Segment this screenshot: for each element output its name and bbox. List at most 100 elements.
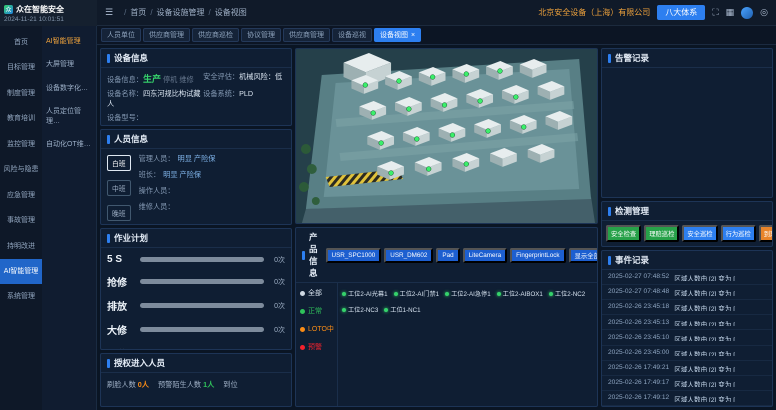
system-switch-button[interactable]: 八大体系	[657, 5, 705, 20]
open-tabs-bar: 人员单位 供应商管理 供应商巡检 协议管理 供应商管理 设备巡视	[97, 26, 776, 45]
left-column: 设备信息 设备信息：生产 停机 维修 安全评估：机械风险：低 设备名称：四东河规…	[100, 48, 292, 407]
sidebar-item[interactable]: 应急管理	[0, 183, 42, 208]
work-plan-row: 大修 0次	[107, 322, 285, 337]
sidebar-item[interactable]: 制度管理	[0, 81, 42, 106]
tab-label: 供应商管理	[289, 30, 324, 40]
tab[interactable]: 供应商管理	[283, 28, 330, 42]
right-column: 告警记录 检测管理 安全检查理赔巡检安全巡检行为巡检到期预警 事件记录 2025…	[601, 48, 773, 407]
tab[interactable]: 供应商管理	[143, 28, 190, 42]
secondary-sidebar: AI智能管理大屏管理设备数字化…人员定位管理…自动化OT维…	[42, 26, 97, 410]
device-filter-button[interactable]: FingerprintLock	[510, 248, 565, 263]
panel-title: 人员信息	[114, 133, 148, 145]
sidebar-item[interactable]: 目标管理	[0, 55, 42, 80]
tab[interactable]: 协议管理	[241, 28, 281, 42]
submenu-item[interactable]: AI智能管理	[42, 30, 96, 53]
station-item[interactable]: 工位2-AIBOX1	[497, 289, 543, 298]
shift-badge[interactable]: 晚班	[107, 205, 131, 221]
legend-label: 正常	[308, 306, 322, 316]
sidebar-item[interactable]: 持明改进	[0, 234, 42, 259]
company-name: 北京安全设备（上海）有限公司	[538, 7, 650, 18]
device-filter-button[interactable]: 显示全部	[569, 248, 598, 263]
sidebar-item[interactable]: 事故管理	[0, 208, 42, 233]
legend-dot-icon	[300, 309, 305, 314]
device-filter-button[interactable]: USR_DM602	[384, 248, 433, 263]
submenu-item[interactable]: 设备数字化…	[42, 77, 96, 100]
inspection-button[interactable]: 安全检查	[606, 225, 641, 242]
sidebar-item[interactable]: 风险与隐患	[0, 157, 42, 182]
submenu-item[interactable]: 人员定位管理…	[42, 100, 96, 133]
submenu-item[interactable]: 自动化OT维…	[42, 133, 96, 156]
collapse-menu-icon[interactable]: ☰	[105, 7, 113, 18]
breadcrumb-item[interactable]: 首页	[120, 7, 146, 18]
event-text: 区域人数由 [2] 变为 [	[674, 334, 735, 342]
event-time: 2025-02-26 17:49:21	[608, 364, 669, 372]
sidebar-item[interactable]: 首页	[0, 30, 42, 55]
sidebar-item[interactable]: 系统管理	[0, 284, 42, 309]
inspection-button[interactable]: 安全巡检	[682, 225, 717, 242]
current-datetime: 2024-11-21 10:01:51	[4, 16, 93, 23]
device-system-value: PLD	[239, 89, 253, 98]
dashboard-content: 设备信息 设备信息：生产 停机 维修 安全评估：机械风险：低 设备名称：四东河规…	[97, 45, 776, 410]
personnel-row: 操作人员：	[139, 186, 287, 196]
legend-item[interactable]: 预警	[300, 342, 333, 352]
inspection-button[interactable]: 理赔巡检	[644, 225, 679, 242]
apps-grid-icon[interactable]: ▦	[726, 7, 735, 18]
legend-item[interactable]: LOTO中	[300, 324, 333, 334]
sidebar-item[interactable]: 教育培训	[0, 106, 42, 131]
panel-title: 检测管理	[615, 205, 649, 217]
breadcrumb-item[interactable]: 设备设施管理	[146, 7, 204, 18]
work-plan-row: 抢修 0次	[107, 274, 285, 289]
work-plan-row: 5 S 0次	[107, 254, 285, 265]
legend-item[interactable]: 正常	[300, 306, 333, 316]
legend-item[interactable]: 全部	[300, 288, 333, 298]
tab[interactable]: 设备视图 ×	[374, 28, 421, 42]
station-item[interactable]: 工位2-NC2	[549, 289, 585, 298]
topbar: ☰ 首页设备设施管理设备视图 北京安全设备（上海）有限公司 八大体系 ⛶ ▦ ◎	[97, 0, 776, 26]
event-row: 2025-02-26 23:45:18 区域人数由 [2] 变为 [	[602, 300, 772, 315]
event-time: 2025-02-26 17:49:17	[608, 379, 669, 387]
event-list: 2025-02-27 07:48:52 区域人数由 [2] 变为 [ 2025-…	[602, 270, 772, 406]
panel-title: 告警记录	[615, 52, 649, 64]
tab[interactable]: 供应商巡检	[192, 28, 239, 42]
safety-label: 安全评估：	[203, 72, 239, 81]
station-item[interactable]: 工位2-NC3	[342, 305, 378, 314]
sidebar-item[interactable]: 监控管理	[0, 132, 42, 157]
factory-3d-view[interactable]	[295, 48, 598, 224]
device-info-panel: 设备信息 设备信息：生产 停机 维修 安全评估：机械风险：低 设备名称：四东河规…	[100, 48, 292, 126]
event-time: 2025-02-27 07:48:52	[608, 273, 669, 281]
notify-icon[interactable]: ◎	[760, 7, 768, 18]
device-status-extra: 停机 维修	[163, 75, 194, 84]
event-time: 2025-02-26 23:45:10	[608, 334, 669, 342]
device-filter-button[interactable]: USR_SPC1000	[326, 248, 382, 263]
station-item[interactable]: 工位2-AI光幕1	[342, 289, 388, 298]
device-status-value: 生产	[143, 74, 161, 84]
tab[interactable]: 设备巡视	[332, 28, 372, 42]
inspection-button[interactable]: 到期预警	[759, 225, 772, 242]
submenu-item[interactable]: 大屏管理	[42, 53, 96, 76]
user-avatar[interactable]	[741, 7, 753, 19]
tab-close-icon[interactable]: ×	[411, 32, 415, 39]
legend-label: 预警	[308, 342, 322, 352]
device-filter-button[interactable]: Pad	[436, 248, 459, 263]
sidebar-item[interactable]: AI智能管理	[0, 259, 42, 284]
event-time: 2025-02-27 07:48:48	[608, 288, 669, 296]
station-item[interactable]: 工位2-AI急停1	[445, 289, 491, 298]
panel-title: 授权进入人员	[114, 357, 165, 369]
inspection-button[interactable]: 行为巡检	[721, 225, 756, 242]
tab[interactable]: 人员单位	[101, 28, 141, 42]
shift-badge[interactable]: 白班	[107, 155, 131, 171]
event-record-panel: 事件记录 2025-02-27 07:48:52 区域人数由 [2] 变为 [ …	[601, 250, 773, 407]
station-item[interactable]: 工位2-AI门禁1	[394, 289, 440, 298]
shift-badge[interactable]: 中班	[107, 180, 131, 196]
event-row: 2025-02-26 23:45:10 区域人数由 [2] 变为 [	[602, 330, 772, 345]
device-filter-button[interactable]: LiteCamera	[463, 248, 508, 263]
primary-sidebar: 首页目标管理制度管理教育培训监控管理风险与隐患应急管理事故管理持明改进AI智能管…	[0, 26, 42, 410]
device-model-label: 设备型号：	[107, 113, 143, 122]
personnel-info-panel: 人员信息 白班中班晚班 管理人员： 明显 产险保 班长：	[100, 129, 292, 225]
plan-count: 0次	[269, 349, 285, 350]
breadcrumb-item[interactable]: 设备视图	[205, 7, 247, 18]
fullscreen-icon[interactable]: ⛶	[712, 7, 718, 18]
stat-label: 到位	[223, 380, 237, 390]
station-item[interactable]: 工位1-NC1	[384, 305, 420, 314]
event-text: 区域人数由 [2] 变为 [	[674, 364, 735, 372]
